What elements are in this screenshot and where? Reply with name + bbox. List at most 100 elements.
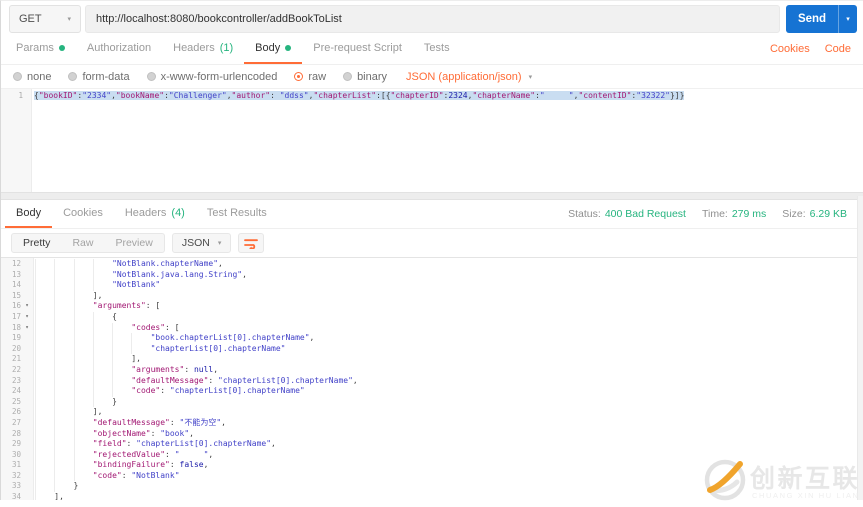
tab-label: Tests xyxy=(423,41,450,54)
tab-label: Body xyxy=(255,41,281,54)
tab-label: Test Results xyxy=(206,207,267,219)
status-time: Time: 279 ms xyxy=(702,208,766,220)
view-mode-raw[interactable]: Raw xyxy=(61,237,104,249)
line-number: 21 xyxy=(11,354,21,364)
body-mode-none[interactable]: none xyxy=(13,71,51,83)
body-mode-form-data[interactable]: form-data xyxy=(68,71,130,83)
pane-splitter[interactable] xyxy=(1,192,863,200)
status-status: Status: 400 Bad Request xyxy=(568,208,686,220)
radio-icon xyxy=(68,72,78,81)
chevron-down-icon: ▾ xyxy=(846,16,850,23)
url-bar: GET ▾ http://localhost:8080/bookcontroll… xyxy=(9,5,857,33)
code-line: 12 "NotBlank.chapterName", xyxy=(1,259,863,270)
line-number: 13 xyxy=(11,269,21,279)
radio-icon xyxy=(13,72,22,81)
tab-authorization[interactable]: Authorization xyxy=(76,33,162,64)
line-number: 34 xyxy=(11,492,21,500)
tab-label: Pre-request Script xyxy=(313,41,402,54)
code-line: 27 "defaultMessage": "不能为空", xyxy=(1,417,863,429)
chevron-down-icon: ▾ xyxy=(67,16,71,23)
format-label: JSON xyxy=(181,237,210,249)
code-line: 34], xyxy=(1,492,863,500)
line-number: 18 xyxy=(11,322,21,332)
send-dropdown-button[interactable]: ▾ xyxy=(838,5,857,33)
response-tab-body[interactable]: Body xyxy=(5,200,53,228)
tab-label: Headers xyxy=(124,207,167,219)
code-line: 20 "chapterList[0].chapterName" xyxy=(1,343,863,355)
tab-label: Headers xyxy=(173,41,215,54)
tab-count: (1) xyxy=(219,41,234,54)
body-mode-label: x-www-form-urlencoded xyxy=(160,70,278,83)
response-toolbar: Pretty Raw Preview JSON ▾ xyxy=(1,229,863,258)
line-number: 29 xyxy=(11,439,21,449)
content-type-dropdown[interactable]: JSON (application/json) xyxy=(406,71,522,83)
code-line: 22 "arguments": null, xyxy=(1,364,863,376)
code-line: 33} xyxy=(1,481,863,493)
response-scrollbar[interactable] xyxy=(857,196,863,500)
code-line: 30 "rejectedValue": " ", xyxy=(1,449,863,461)
wrap-text-button[interactable] xyxy=(238,233,265,253)
code-line: 21], xyxy=(1,354,863,365)
format-dropdown[interactable]: JSON ▾ xyxy=(171,233,232,253)
line-number: 19 xyxy=(11,333,21,343)
view-mode-preview[interactable]: Preview xyxy=(104,237,163,249)
postman-window: GET ▾ http://localhost:8080/bookcontroll… xyxy=(0,0,863,501)
fold-toggle-icon[interactable]: ▾ xyxy=(21,323,33,334)
method-select[interactable]: GET ▾ xyxy=(9,5,81,33)
body-mode-raw[interactable]: raw xyxy=(294,71,326,83)
line-number: 12 xyxy=(11,259,21,268)
send-button[interactable]: Send xyxy=(786,5,838,33)
line-number: 15 xyxy=(11,290,21,300)
tab-headers[interactable]: Headers (1) xyxy=(162,33,244,64)
selected-json-text: {"bookID":"2334","bookName":"Challenger"… xyxy=(34,91,685,100)
line-number: 33 xyxy=(11,481,21,491)
send-group: Send ▾ xyxy=(786,5,857,33)
line-number: 26 xyxy=(11,407,21,417)
line-number: 25 xyxy=(11,396,21,406)
view-mode-group: Pretty Raw Preview xyxy=(11,233,165,253)
fold-toggle-icon[interactable]: ▾ xyxy=(21,312,33,323)
line-number: 30 xyxy=(11,449,21,459)
code-line: 16 ▾ "arguments": [ xyxy=(1,301,863,312)
code-line: 28 "objectName": "book", xyxy=(1,428,863,440)
response-tab-test-results[interactable]: Test Results xyxy=(196,200,278,228)
tab-body[interactable]: Body xyxy=(244,33,303,64)
code-line: 26], xyxy=(1,407,863,418)
line-number: 16 xyxy=(11,301,21,311)
line-number: 22 xyxy=(11,364,21,374)
line-number: 28 xyxy=(11,428,21,438)
tab-tests[interactable]: Tests xyxy=(413,33,461,64)
code-line: 19 "book.chapterList[0].chapterName", xyxy=(1,333,863,344)
code-line: 15], xyxy=(1,290,863,302)
line-number: 20 xyxy=(11,343,21,353)
line-number: 27 xyxy=(11,417,21,427)
status-label: Status: xyxy=(568,208,601,220)
url-input[interactable]: http://localhost:8080/bookcontroller/add… xyxy=(85,5,780,33)
body-mode-row: none form-data x-www-form-urlencoded raw bin… xyxy=(1,65,863,88)
request-tabs: Params Authorization Headers (1) Body Pre-req… xyxy=(1,33,863,65)
method-label: GET xyxy=(19,13,42,25)
link-code[interactable]: Code xyxy=(825,43,851,55)
tab-params[interactable]: Params xyxy=(5,33,76,64)
fold-toggle-icon[interactable]: ▾ xyxy=(21,301,33,312)
body-mode-binary[interactable]: binary xyxy=(343,71,387,83)
code-line: 32 "code": "NotBlank" xyxy=(1,470,863,482)
tab-pre-request-script[interactable]: Pre-request Script xyxy=(302,33,413,64)
code-line: 25} xyxy=(1,396,863,408)
request-body-editor[interactable]: 1 {"bookID":"2334","bookName":"Challenge… xyxy=(1,88,863,192)
code-line: 23 "defaultMessage": "chapterList[0].chap… xyxy=(1,375,863,387)
view-mode-pretty[interactable]: Pretty xyxy=(12,237,61,249)
response-tabs: Body Cookies Headers (4) Test Results Status:… xyxy=(1,200,863,229)
code-line: 18 ▾ "codes": [ xyxy=(1,322,863,334)
status-label: Time: xyxy=(701,208,728,220)
status-size: Size: 6.29 KB xyxy=(782,208,847,220)
line-number: 17 xyxy=(11,311,21,321)
response-tab-headers[interactable]: Headers (4) xyxy=(114,200,196,228)
link-cookies[interactable]: Cookies xyxy=(770,43,810,55)
body-mode-label: binary xyxy=(357,70,388,83)
response-tab-cookies[interactable]: Cookies xyxy=(52,200,114,228)
code-line: 14 "NotBlank" xyxy=(1,280,863,291)
chevron-down-icon: ▾ xyxy=(217,240,222,247)
body-mode-x-www-form-urlencoded[interactable]: x-www-form-urlencoded xyxy=(146,70,278,83)
request-body-line: 1 {"bookID":"2334","bookName":"Challenge… xyxy=(1,89,863,102)
